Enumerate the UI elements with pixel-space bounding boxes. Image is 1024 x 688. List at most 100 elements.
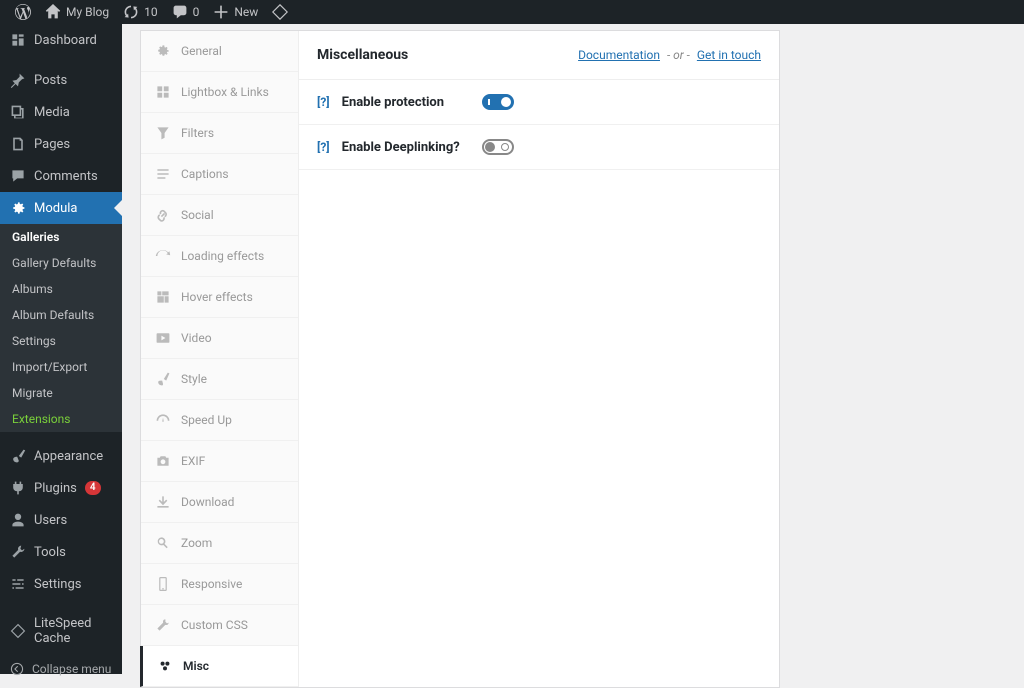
wrench-icon: [10, 544, 26, 560]
modula-submenu: Galleries Gallery Defaults Albums Album …: [0, 224, 122, 432]
tab-misc[interactable]: Misc: [140, 646, 298, 687]
settings-title: Miscellaneous: [317, 47, 408, 63]
plus-icon: [213, 4, 229, 20]
wp-logo[interactable]: [8, 0, 38, 24]
media-icon: [10, 104, 26, 120]
updates-link[interactable]: 10: [116, 0, 165, 24]
filter-icon: [155, 125, 171, 141]
settings-tabs: General Lightbox & Links Filters Caption…: [141, 31, 299, 687]
tab-filters[interactable]: Filters: [141, 113, 298, 154]
brush2-icon: [155, 371, 171, 387]
diamond-icon: [272, 4, 288, 20]
tab-custom-css[interactable]: Custom CSS: [141, 605, 298, 646]
page-icon: [10, 136, 26, 152]
site-name-link[interactable]: My Blog: [38, 0, 116, 24]
comments-link[interactable]: 0: [165, 0, 207, 24]
link-icon: [155, 207, 171, 223]
submenu-albums[interactable]: Albums: [0, 276, 122, 302]
settings-panel: General Lightbox & Links Filters Caption…: [140, 30, 780, 688]
comment-icon: [172, 4, 188, 20]
tab-exif[interactable]: EXIF: [141, 441, 298, 482]
comments-icon: [10, 168, 26, 184]
lines-icon: [155, 166, 171, 182]
settings-links: Documentation - or - Get in touch: [578, 48, 761, 62]
tab-zoom[interactable]: Zoom: [141, 523, 298, 564]
gear-icon: [155, 43, 171, 59]
tab-captions[interactable]: Captions: [141, 154, 298, 195]
submenu-settings[interactable]: Settings: [0, 328, 122, 354]
gear-icon: [10, 200, 26, 216]
wrench2-icon: [155, 617, 171, 633]
protection-toggle[interactable]: [482, 94, 514, 110]
or-separator: - or -: [667, 48, 690, 62]
site-name: My Blog: [66, 5, 109, 19]
play-icon: [155, 330, 171, 346]
tab-style[interactable]: Style: [141, 359, 298, 400]
tab-responsive[interactable]: Responsive: [141, 564, 298, 605]
submenu-album-defaults[interactable]: Album Defaults: [0, 302, 122, 328]
submenu-extensions[interactable]: Extensions: [0, 406, 122, 432]
sidebar-modula[interactable]: Modula: [0, 192, 122, 224]
settings-content: Miscellaneous Documentation - or - Get i…: [299, 31, 779, 687]
tab-social[interactable]: Social: [141, 195, 298, 236]
sidebar-litespeed[interactable]: LiteSpeed Cache: [0, 608, 122, 654]
update-icon: [123, 4, 139, 20]
sidebar-dashboard[interactable]: Dashboard: [0, 24, 122, 56]
dots-icon: [157, 658, 173, 674]
deeplink-toggle[interactable]: [482, 139, 514, 155]
mobile-icon: [155, 576, 171, 592]
sidebar-appearance[interactable]: Appearance: [0, 440, 122, 472]
sidebar-plugins[interactable]: Plugins 4: [0, 472, 122, 504]
sidebar-media[interactable]: Media: [0, 96, 122, 128]
setting-deeplink: [?] Enable Deeplinking?: [299, 125, 779, 170]
submenu-galleries[interactable]: Galleries: [0, 224, 122, 250]
grid-icon: [155, 84, 171, 100]
get-in-touch-link[interactable]: Get in touch: [697, 48, 761, 62]
search-icon: [155, 535, 171, 551]
sidebar-comments[interactable]: Comments: [0, 160, 122, 192]
sidebar-settings[interactable]: Settings: [0, 568, 122, 600]
home-icon: [45, 4, 61, 20]
admin-bar: My Blog 10 0 New: [0, 0, 1024, 24]
brush-icon: [10, 448, 26, 464]
tab-hover[interactable]: Hover effects: [141, 277, 298, 318]
sidebar-pages[interactable]: Pages: [0, 128, 122, 160]
new-link[interactable]: New: [206, 0, 265, 24]
pin-icon: [10, 72, 26, 88]
submenu-import-export[interactable]: Import/Export: [0, 354, 122, 380]
refresh-icon: [155, 248, 171, 264]
sliders-icon: [10, 576, 26, 592]
tab-loading[interactable]: Loading effects: [141, 236, 298, 277]
deeplink-label: Enable Deeplinking?: [342, 140, 482, 155]
help-icon[interactable]: [?]: [317, 95, 330, 109]
diamond-icon: [10, 623, 26, 639]
submenu-gallery-defaults[interactable]: Gallery Defaults: [0, 250, 122, 276]
sidebar-posts[interactable]: Posts: [0, 64, 122, 96]
grid2-icon: [155, 289, 171, 305]
collapse-menu[interactable]: Collapse menu: [0, 654, 122, 684]
content-area: General Lightbox & Links Filters Caption…: [122, 24, 1024, 674]
tab-general[interactable]: General: [141, 31, 298, 72]
tab-video[interactable]: Video: [141, 318, 298, 359]
setting-protection: [?] Enable protection: [299, 80, 779, 125]
admin-sidebar: Dashboard Posts Media Pages Comments Mod…: [0, 24, 122, 674]
sidebar-users[interactable]: Users: [0, 504, 122, 536]
gauge-icon: [155, 412, 171, 428]
tab-lightbox[interactable]: Lightbox & Links: [141, 72, 298, 113]
plugins-badge: 4: [85, 481, 101, 495]
settings-header: Miscellaneous Documentation - or - Get i…: [299, 31, 779, 80]
litespeed-bar[interactable]: [265, 0, 295, 24]
plugin-icon: [10, 480, 26, 496]
user-icon: [10, 512, 26, 528]
updates-count: 10: [144, 5, 158, 19]
submenu-migrate[interactable]: Migrate: [0, 380, 122, 406]
tab-speedup[interactable]: Speed Up: [141, 400, 298, 441]
help-icon[interactable]: [?]: [317, 140, 330, 154]
new-label: New: [234, 5, 258, 19]
comments-count: 0: [193, 5, 200, 19]
sidebar-tools[interactable]: Tools: [0, 536, 122, 568]
documentation-link[interactable]: Documentation: [578, 48, 660, 62]
protection-label: Enable protection: [342, 95, 482, 110]
tab-download[interactable]: Download: [141, 482, 298, 523]
camera-icon: [155, 453, 171, 469]
